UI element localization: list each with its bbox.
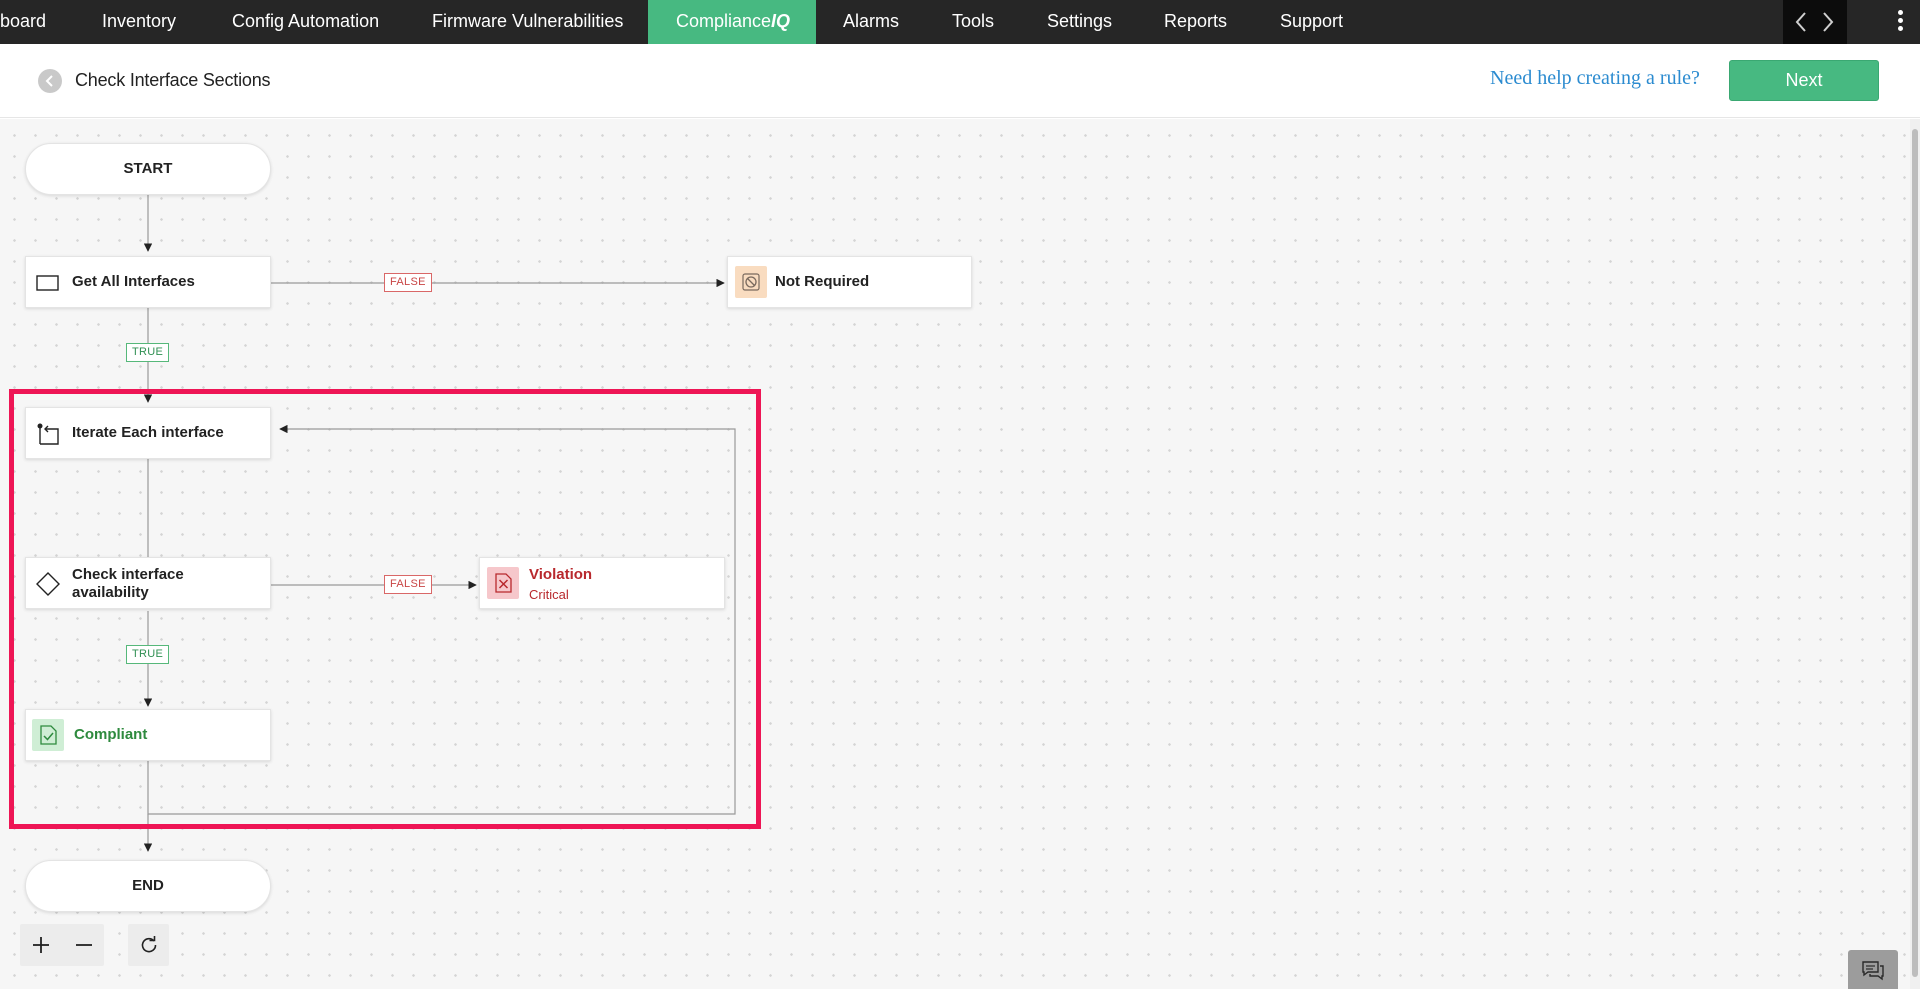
chevron-left-icon <box>45 75 53 87</box>
diamond-icon <box>36 572 60 596</box>
violation-title: Violation <box>529 566 593 583</box>
plus-icon[interactable] <box>28 932 54 958</box>
false-condition-tag: FALSE <box>384 575 432 594</box>
node-label-line1: Check interface <box>72 566 184 583</box>
nav-item-reports[interactable]: Reports <box>1164 0 1227 44</box>
blocked-icon <box>735 266 767 298</box>
violation-severity: Critical <box>529 587 569 602</box>
top-navigation: board Inventory Config Automation Firmwa… <box>0 0 1920 44</box>
false-condition-tag: FALSE <box>384 273 432 292</box>
nav-item-alarms[interactable]: Alarms <box>843 0 899 44</box>
node-label: Not Required <box>775 273 870 290</box>
scrollbar-thumb[interactable] <box>1912 129 1918 977</box>
minus-icon[interactable] <box>71 932 97 958</box>
node-label: Check interface availability <box>72 566 184 602</box>
node-label: Compliant <box>74 726 148 743</box>
chevron-left-icon[interactable] <box>1794 10 1808 34</box>
loop-icon <box>37 423 59 445</box>
compliant-node[interactable]: Compliant <box>25 709 271 761</box>
rectangle-icon <box>36 275 59 291</box>
nav-item-firmware-vulnerabilities[interactable]: Firmware Vulnerabilities <box>432 0 623 44</box>
nav-item-dashboard[interactable]: board <box>0 0 46 44</box>
next-button[interactable]: Next <box>1729 60 1879 101</box>
back-button[interactable] <box>38 69 62 93</box>
nav-item-support[interactable]: Support <box>1280 0 1343 44</box>
page-header: Check Interface Sections Need help creat… <box>0 44 1920 118</box>
node-label: Get All Interfaces <box>72 273 195 290</box>
true-condition-tag: TRUE <box>126 645 170 664</box>
node-label: Iterate Each interface <box>72 424 224 441</box>
nav-item-inventory[interactable]: Inventory <box>102 0 176 44</box>
nav-item-iq-label: IQ <box>771 11 791 31</box>
zoom-controls <box>20 924 104 966</box>
nav-item-settings[interactable]: Settings <box>1047 0 1112 44</box>
get-all-interfaces-node[interactable]: Get All Interfaces <box>25 256 271 308</box>
violation-node[interactable]: Violation Critical <box>479 557 725 609</box>
chat-icon <box>1862 961 1884 981</box>
start-node[interactable]: START <box>25 143 271 195</box>
reset-zoom-button[interactable] <box>128 924 169 966</box>
help-link[interactable]: Need help creating a rule? <box>1490 67 1700 90</box>
refresh-icon <box>141 936 157 953</box>
x-document-icon <box>487 567 519 599</box>
nav-scroll-arrows <box>1783 0 1847 44</box>
not-required-node[interactable]: Not Required <box>727 256 972 308</box>
nav-item-compliance-label: Compliance <box>676 11 772 31</box>
check-interface-availability-node[interactable]: Check interface availability <box>25 557 271 609</box>
kebab-menu-icon[interactable] <box>1896 10 1904 34</box>
nav-item-config-automation[interactable]: Config Automation <box>232 0 379 44</box>
end-node[interactable]: END <box>25 860 271 912</box>
vertical-scrollbar[interactable] <box>1910 119 1920 989</box>
chevron-right-icon[interactable] <box>1821 10 1835 34</box>
chat-button[interactable] <box>1848 950 1898 989</box>
page-title: Check Interface Sections <box>75 70 271 90</box>
true-condition-tag: TRUE <box>126 343 170 362</box>
iterate-each-interface-node[interactable]: Iterate Each interface <box>25 407 271 459</box>
nav-item-complianceiq[interactable]: ComplianceIQ <box>648 0 816 44</box>
node-label-line2: availability <box>72 584 149 601</box>
nav-item-tools[interactable]: Tools <box>952 0 994 44</box>
check-document-icon <box>32 719 64 751</box>
